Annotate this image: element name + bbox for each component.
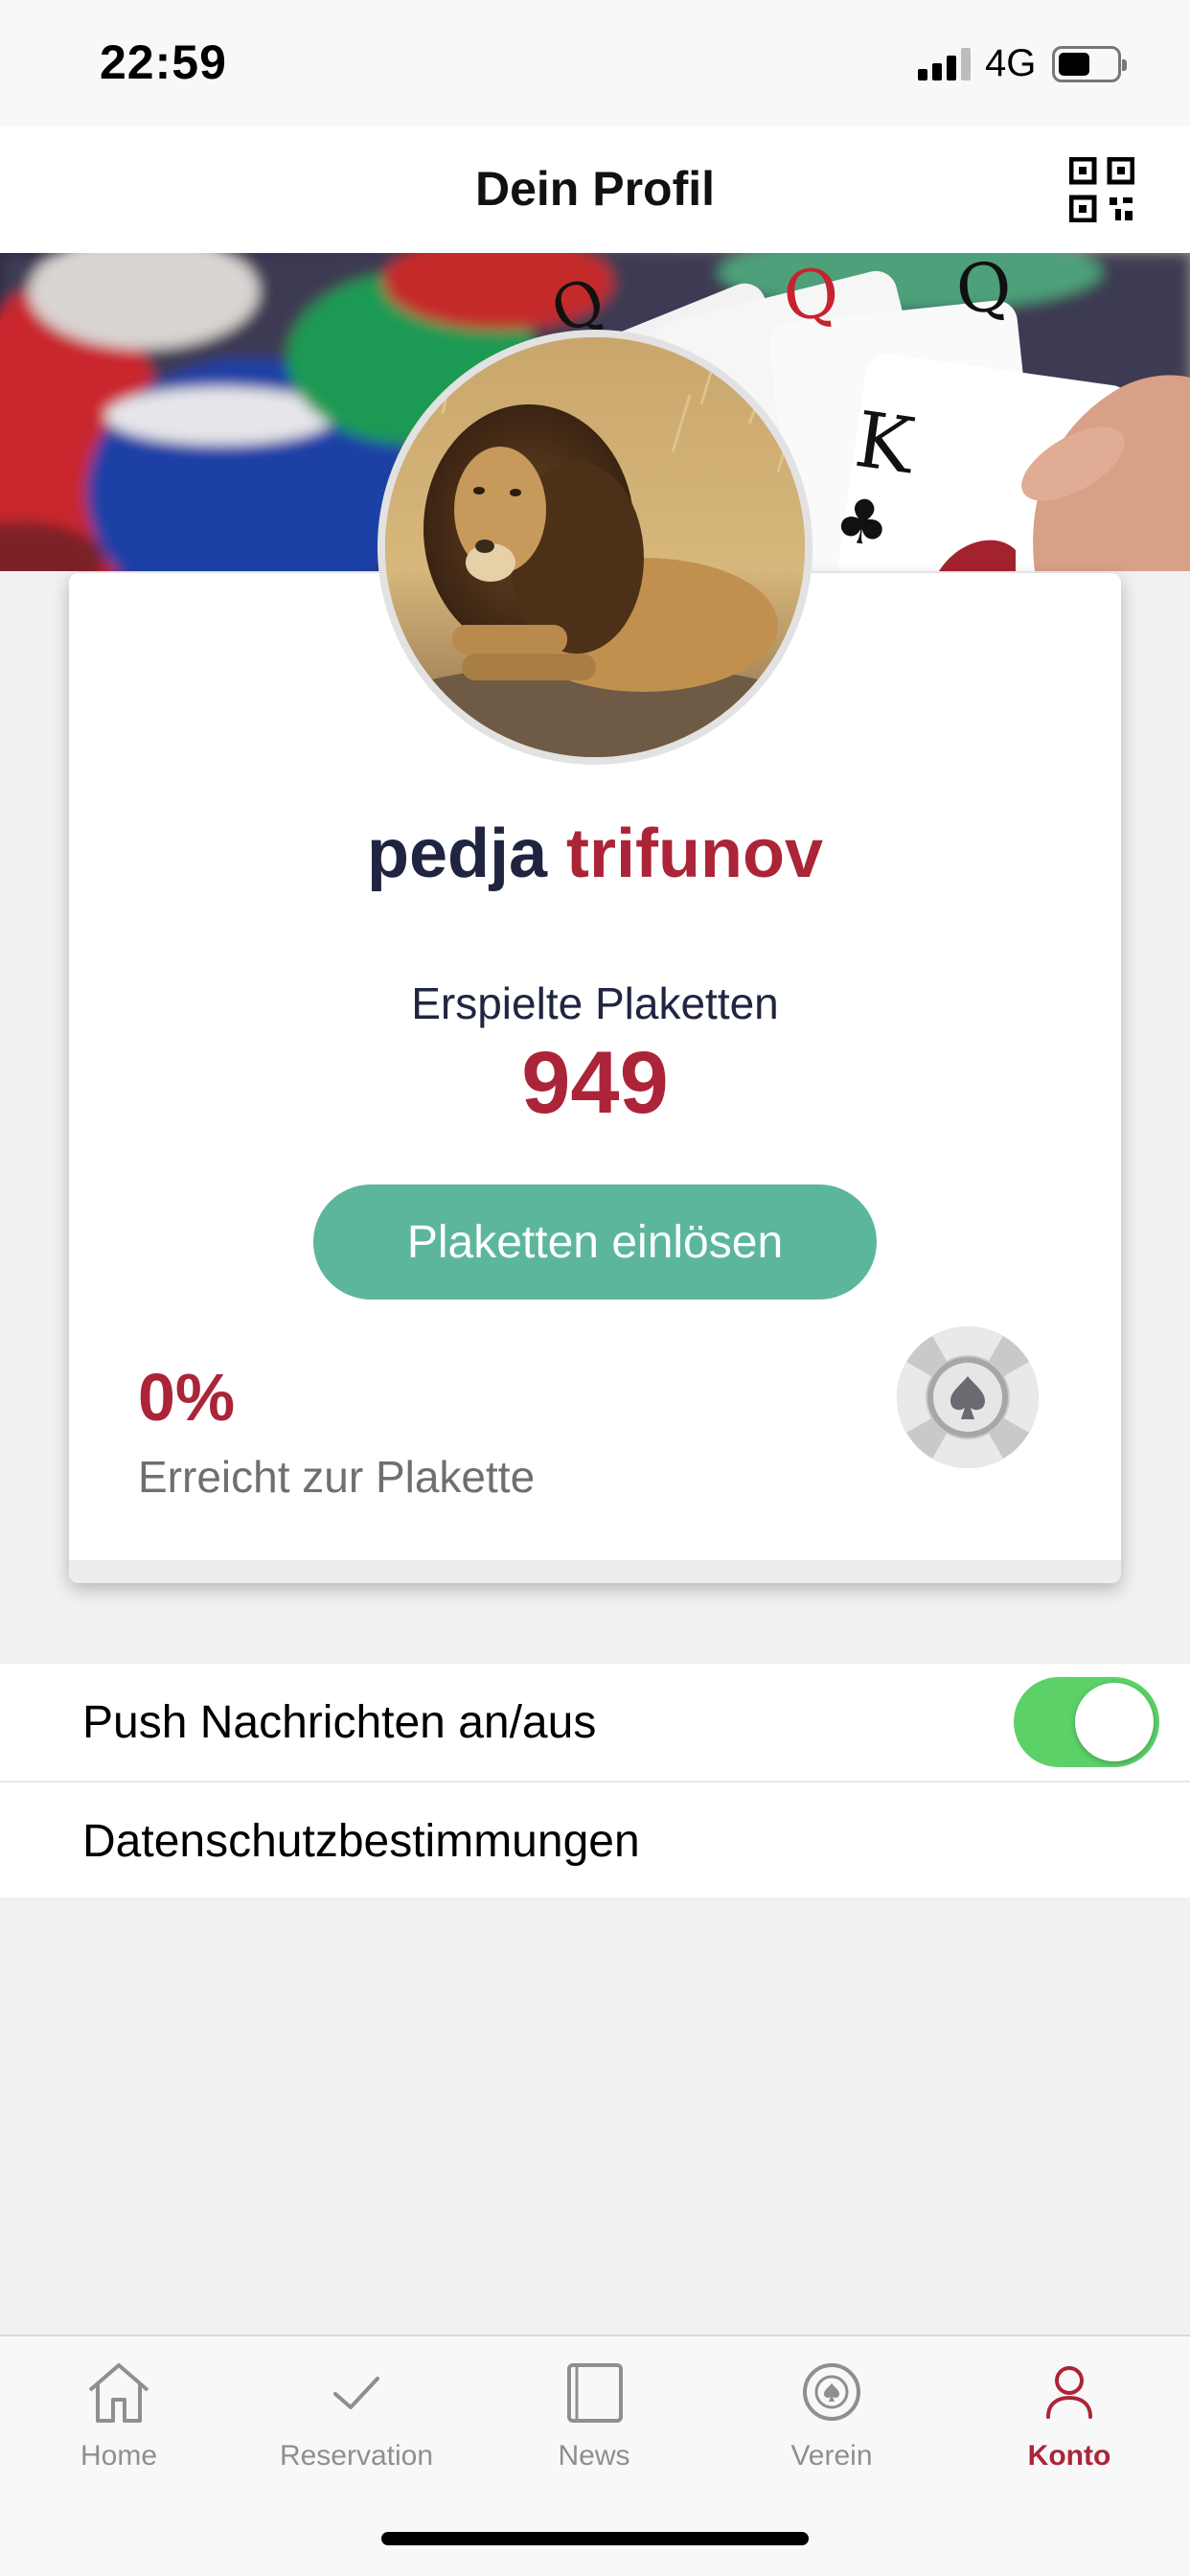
- tab-home-label: Home: [80, 2440, 158, 2472]
- card-footer: [69, 1560, 1121, 1583]
- home-icon: [88, 2363, 149, 2423]
- tab-news-label: News: [558, 2440, 630, 2472]
- user-last-name: trifunov: [566, 816, 824, 892]
- progress-label: Erreicht zur Plakette: [138, 1452, 536, 1502]
- user-first-name: pedja: [366, 816, 548, 892]
- user-name: pedja trifunov: [0, 815, 1190, 893]
- push-notifications-label: Push Nachrichten an/aus: [82, 1697, 597, 1748]
- tab-konto[interactable]: Konto: [950, 2359, 1188, 2503]
- person-icon: [1046, 2366, 1092, 2419]
- toggle-knob: [1075, 1683, 1154, 1761]
- svg-text:Q: Q: [952, 253, 1016, 331]
- push-notifications-row: Push Nachrichten an/aus: [0, 1664, 1190, 1781]
- status-bar: 22:59 4G: [0, 0, 1190, 126]
- svg-text:♣: ♣: [830, 484, 894, 562]
- home-indicator: [381, 2532, 809, 2545]
- svg-text:Q: Q: [780, 253, 843, 336]
- news-icon: [567, 2363, 623, 2423]
- cellular-signal-icon: [918, 48, 972, 80]
- page-title: Dein Profil: [474, 162, 716, 216]
- privacy-policy-row[interactable]: Datenschutzbestimmungen: [0, 1781, 1190, 1898]
- push-notifications-toggle[interactable]: [1014, 1677, 1159, 1767]
- tab-reservation[interactable]: Reservation: [238, 2359, 475, 2503]
- battery-level: [1059, 53, 1089, 76]
- tab-verein-label: Verein: [790, 2440, 873, 2472]
- progress-percent: 0%: [138, 1360, 236, 1435]
- tab-home[interactable]: Home: [0, 2359, 238, 2503]
- navigation-bar: Dein Profil: [0, 126, 1190, 253]
- tab-konto-label: Konto: [1027, 2440, 1111, 2472]
- tab-news[interactable]: News: [475, 2359, 713, 2503]
- chip-icon: [803, 2363, 860, 2421]
- badges-count: 949: [521, 1034, 669, 1132]
- avatar[interactable]: [378, 330, 812, 765]
- poker-chip-spade-icon: [897, 1326, 1039, 1468]
- network-type: 4G: [985, 42, 1037, 84]
- battery-icon: [1052, 46, 1127, 82]
- redeem-badges-button[interactable]: Plaketten einlösen: [313, 1184, 877, 1300]
- qr-code-icon[interactable]: [1068, 156, 1135, 223]
- settings-list: Push Nachrichten an/aus Datenschutzbesti…: [0, 1664, 1190, 1898]
- checkmark-icon: [333, 2377, 379, 2409]
- badges-label: Erspielte Plaketten: [411, 978, 779, 1028]
- tab-reservation-label: Reservation: [279, 2440, 434, 2472]
- status-time: 22:59: [100, 35, 227, 89]
- privacy-policy-label: Datenschutzbestimmungen: [82, 1816, 640, 1867]
- tab-verein[interactable]: Verein: [713, 2359, 950, 2503]
